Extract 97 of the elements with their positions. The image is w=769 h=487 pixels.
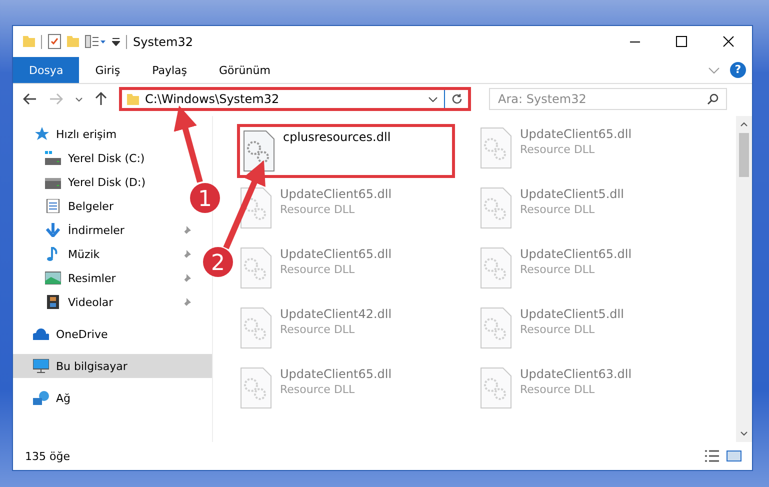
up-icon[interactable] bbox=[95, 92, 107, 106]
gear-file-icon bbox=[480, 307, 512, 349]
file-item[interactable]: UpdateClient5.dll Resource DLL bbox=[477, 184, 695, 238]
file-name: UpdateClient5.dll bbox=[520, 187, 624, 201]
file-name: UpdateClient65.dll bbox=[280, 187, 392, 201]
sidebar-item[interactable]: Belgeler bbox=[13, 194, 122, 218]
gear-file-icon bbox=[480, 187, 512, 229]
pin-icon[interactable] bbox=[182, 274, 191, 282]
file-item[interactable]: UpdateClient42.dll Resource DLL bbox=[237, 304, 455, 358]
file-item[interactable]: UpdateClient65.dll Resource DLL bbox=[237, 244, 455, 298]
address-path: C:\Windows\System32 bbox=[145, 92, 280, 106]
sidebar-item[interactable]: Videolar bbox=[13, 290, 199, 314]
number-badge bbox=[190, 183, 220, 213]
minimize-icon[interactable] bbox=[630, 40, 640, 42]
annotation-number: 1 bbox=[198, 187, 212, 212]
checklist-icon[interactable] bbox=[48, 34, 61, 49]
sidebar-item[interactable]: Bu bilgisayar bbox=[13, 354, 212, 378]
sidebar-item[interactable]: Hızlı erişim bbox=[13, 122, 125, 146]
annotation-number: 2 bbox=[211, 251, 225, 276]
file-type: Resource DLL bbox=[280, 263, 356, 276]
properties-icon[interactable] bbox=[85, 35, 106, 48]
sidebar-item[interactable]: İndirmeler bbox=[13, 218, 199, 242]
file-type: Resource DLL bbox=[520, 383, 596, 396]
file-name: UpdateClient65.dll bbox=[280, 247, 392, 261]
chevron-down-icon[interactable] bbox=[740, 431, 748, 436]
caret-icon[interactable] bbox=[112, 38, 120, 46]
file-name: UpdateClient65.dll bbox=[280, 367, 392, 381]
download-icon bbox=[45, 223, 61, 237]
file-name: UpdateClient65.dll bbox=[520, 127, 632, 141]
network-icon bbox=[33, 391, 49, 405]
monitor-icon bbox=[33, 359, 49, 373]
ribbon-tab[interactable]: Giriş bbox=[79, 57, 136, 83]
ribbon-tab[interactable]: Paylaş bbox=[136, 57, 203, 83]
folder-icon bbox=[127, 94, 139, 104]
file-type: Resource DLL bbox=[520, 263, 596, 276]
file-type: Resource DLL bbox=[280, 323, 356, 336]
help-button[interactable]: ? bbox=[730, 62, 746, 78]
refresh-icon[interactable] bbox=[451, 93, 463, 105]
gear-file-icon bbox=[243, 130, 275, 172]
file-type: Resource DLL bbox=[520, 143, 596, 156]
sidebar-item[interactable]: Resimler bbox=[13, 266, 199, 290]
address-bar[interactable]: C:\Windows\System32 bbox=[119, 87, 471, 111]
sidebar-item[interactable]: Müzik bbox=[13, 242, 199, 266]
sidebar-item[interactable]: Yerel Disk (C:) bbox=[13, 146, 153, 170]
gear-file-icon bbox=[240, 367, 272, 409]
maximize-icon[interactable] bbox=[676, 36, 687, 47]
film-icon bbox=[45, 295, 61, 309]
details-view-icon[interactable] bbox=[704, 450, 720, 462]
drive-icon bbox=[45, 151, 61, 165]
gear-file-icon bbox=[480, 367, 512, 409]
file-type: Resource DLL bbox=[520, 203, 596, 216]
sidebar-item[interactable]: OneDrive bbox=[13, 322, 116, 346]
item-count: 135 öğe bbox=[25, 450, 70, 462]
file-type: Resource DLL bbox=[280, 383, 356, 396]
gear-file-icon bbox=[240, 187, 272, 229]
number-badge bbox=[203, 247, 233, 277]
file-item[interactable]: UpdateClient65.dll Resource DLL bbox=[477, 244, 695, 298]
chevron-down-icon[interactable] bbox=[75, 96, 83, 102]
file-item[interactable]: UpdateClient65.dll Resource DLL bbox=[237, 184, 455, 238]
pin-icon[interactable] bbox=[182, 250, 191, 258]
file-name: UpdateClient65.dll bbox=[520, 247, 632, 261]
document-icon bbox=[45, 199, 61, 213]
file-item[interactable]: UpdateClient63.dll Resource DLL bbox=[477, 364, 695, 418]
file-name: UpdateClient63.dll bbox=[520, 367, 632, 381]
close-icon[interactable] bbox=[723, 36, 734, 47]
chevron-down-icon[interactable] bbox=[428, 96, 438, 102]
chevron-up-icon[interactable] bbox=[740, 122, 748, 127]
file-name: UpdateClient42.dll bbox=[280, 307, 392, 321]
cloud-icon bbox=[33, 327, 49, 341]
file-item[interactable]: cplusresources.dll bbox=[237, 124, 455, 178]
drive-icon bbox=[45, 175, 61, 189]
ribbon-tab[interactable]: Görünüm bbox=[203, 57, 286, 83]
file-item[interactable]: UpdateClient65.dll Resource DLL bbox=[477, 124, 695, 178]
file-name: cplusresources.dll bbox=[283, 130, 391, 144]
gear-file-icon bbox=[240, 307, 272, 349]
search-icon bbox=[707, 93, 719, 105]
pin-icon[interactable] bbox=[182, 298, 191, 306]
gear-file-icon bbox=[240, 247, 272, 289]
file-item[interactable]: UpdateClient5.dll Resource DLL bbox=[477, 304, 695, 358]
sidebar-item[interactable]: Ağ bbox=[13, 386, 79, 410]
file-item[interactable]: UpdateClient65.dll Resource DLL bbox=[237, 364, 455, 418]
pin-icon[interactable] bbox=[182, 226, 191, 234]
file-name: UpdateClient5.dll bbox=[520, 307, 624, 321]
back-icon[interactable] bbox=[23, 93, 37, 105]
search-field[interactable]: Ara: System32 bbox=[489, 88, 727, 110]
window-title: System32 bbox=[133, 34, 194, 48]
file-type: Resource DLL bbox=[520, 323, 596, 336]
sidebar-item[interactable]: Yerel Disk (D:) bbox=[13, 170, 154, 194]
ribbon-tab[interactable]: Dosya bbox=[13, 57, 80, 83]
scrollbar[interactable] bbox=[736, 116, 752, 442]
star-icon bbox=[33, 127, 49, 141]
file-type: Resource DLL bbox=[280, 203, 356, 216]
gear-file-icon bbox=[480, 247, 512, 289]
tiles-view-icon[interactable] bbox=[726, 450, 742, 462]
gear-file-icon bbox=[480, 127, 512, 169]
image-icon bbox=[45, 271, 61, 285]
scroll-thumb[interactable] bbox=[739, 133, 749, 177]
